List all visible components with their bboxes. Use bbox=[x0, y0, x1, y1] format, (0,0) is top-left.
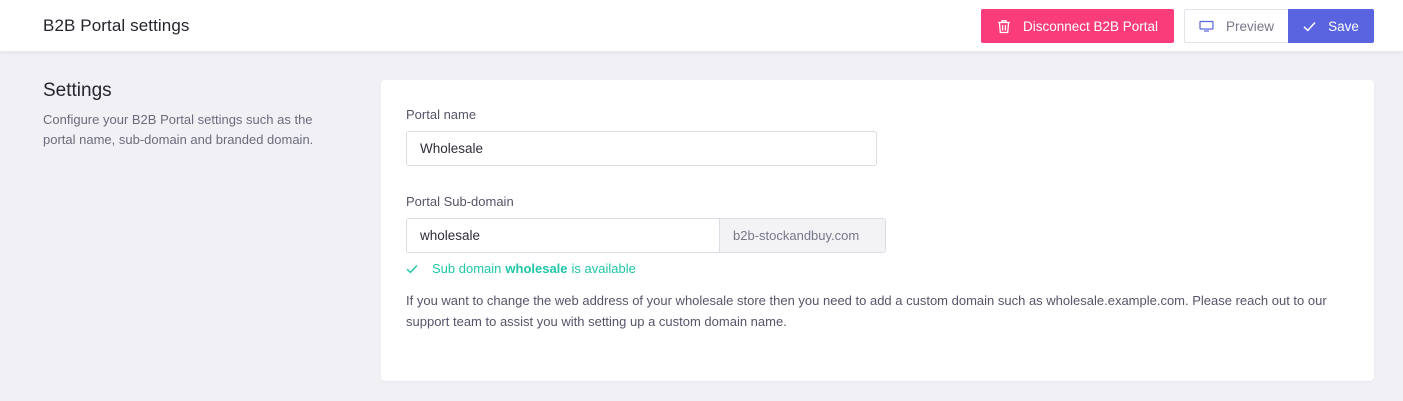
portal-name-input[interactable]: Wholesale bbox=[406, 131, 877, 166]
check-icon bbox=[406, 264, 418, 274]
subdomain-label: Portal Sub-domain bbox=[406, 194, 514, 209]
top-bar: B2B Portal settings Disconnect B2B Porta… bbox=[0, 0, 1403, 52]
disconnect-b2b-portal-button[interactable]: Disconnect B2B Portal bbox=[981, 9, 1174, 43]
section-title: Settings bbox=[43, 80, 112, 101]
save-button[interactable]: Save bbox=[1288, 9, 1374, 43]
settings-card: Portal name Wholesale Portal Sub-domain … bbox=[381, 80, 1374, 381]
subdomain-suffix: b2b-stockandbuy.com bbox=[719, 218, 886, 253]
save-label: Save bbox=[1328, 18, 1359, 34]
page-title: B2B Portal settings bbox=[43, 16, 190, 35]
trash-icon bbox=[997, 19, 1011, 34]
availability-prefix: Sub domain bbox=[432, 261, 502, 276]
preview-label: Preview bbox=[1225, 18, 1274, 34]
portal-name-label: Portal name bbox=[406, 107, 477, 122]
check-icon bbox=[1303, 21, 1316, 32]
subdomain-input[interactable]: wholesale bbox=[406, 218, 720, 253]
availability-name: wholesale bbox=[505, 261, 568, 276]
availability-suffix: is available bbox=[571, 261, 636, 276]
section-description: Configure your B2B Portal settings such … bbox=[43, 112, 314, 147]
monitor-icon bbox=[1199, 20, 1214, 32]
subdomain-availability: Sub domain wholesale is available bbox=[406, 261, 636, 276]
disconnect-label: Disconnect B2B Portal bbox=[1022, 18, 1159, 34]
custom-domain-help-text: If you want to change the web address of… bbox=[406, 293, 1327, 329]
preview-button[interactable]: Preview bbox=[1184, 9, 1288, 43]
